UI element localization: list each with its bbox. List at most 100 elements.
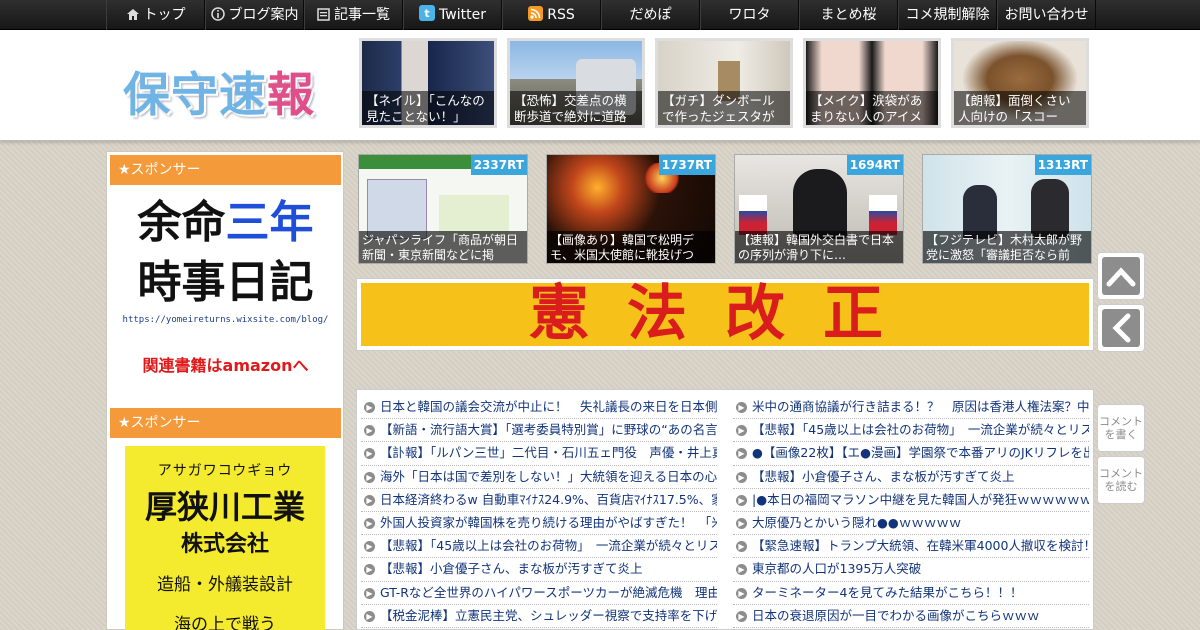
arrow-bullet-icon: ▶: [736, 564, 747, 576]
news-item[interactable]: ▶ 外国人投資家が韓国株を売り続ける理由がやばすぎた！ 「米: [361, 512, 717, 536]
rt-image-doc: [367, 179, 427, 239]
news-title: GT-Rなど全世界のハイパワースポーツカーが絶滅危機 理由は: [380, 584, 717, 600]
scroll-top-button[interactable]: [1097, 252, 1145, 300]
news-title: 【緊急速報】トランプ大統領、在韓米軍4000人撤収を検討！！: [752, 538, 1089, 554]
nav-item-article-list[interactable]: 記事一覧: [304, 0, 403, 30]
rt-card-3[interactable]: 1694RT 【速報】韓国外交白書で日本の序列が滑り下に…: [734, 154, 904, 264]
nav-label: 記事一覧: [334, 7, 390, 23]
news-item[interactable]: ▶ 【訃報】「ルパン三世」二代目・石川五ェ門役 声優・井上真: [361, 442, 717, 466]
home-icon: [126, 2, 140, 30]
news-item[interactable]: ▶ ターミネーター4を見てみた結果がこちら！！！: [733, 582, 1089, 605]
svg-text:t: t: [424, 7, 429, 20]
site-header: 保守速報 【ネイル】「こんなの見たことない！」 【恐怖】交差点の横断歩道で絶対に…: [0, 30, 1200, 141]
nav-label: ブログ案内: [228, 7, 299, 23]
news-item[interactable]: ▶ 海外「日本は国で差別をしない！」大統領を迎える日本の心構: [361, 466, 717, 489]
news-title: 【悲報】小倉優子さん、まな板が汚すぎて炎上: [380, 561, 643, 577]
rt-count-badge: 1694RT: [846, 155, 903, 175]
arrow-bullet-icon: ▶: [736, 448, 747, 460]
rt-card-1[interactable]: 2337RT ジャパンライフ「商品が朝日新聞・東京新聞などに掲: [358, 154, 528, 264]
nav-item-comment-unblock[interactable]: コメ規制解除: [898, 0, 997, 30]
nav-item-twitter[interactable]: t Twitter: [403, 0, 502, 30]
nav-item-warota[interactable]: ワロタ: [700, 0, 799, 30]
news-item[interactable]: ▶ 【税金泥棒】立憲民主党、シュレッダー視察で支持率を下げる: [361, 605, 717, 628]
news-title: 【悲報】「45歳以上は会社のお荷物」 一流企業が続々とリス: [752, 422, 1089, 438]
rt-count-badge: 1737RT: [658, 155, 715, 175]
news-item[interactable]: ▶ 【新語・流行語大賞】「選考委員特別賞」に野球の“あの名言”: [361, 419, 717, 443]
news-title: 【訃報】「ルパン三世」二代目・石川五ェ門役 声優・井上真: [380, 445, 717, 461]
main-content: 2337RT ジャパンライフ「商品が朝日新聞・東京新聞などに掲 1737RT 【…: [354, 151, 1096, 630]
featured-thumb-2[interactable]: 【恐怖】交差点の横断歩道で絶対に道路: [507, 38, 645, 128]
sponsor-ad-asagawa[interactable]: アサガワコウギョウ 厚狭川工業 株式会社 造船・外艤装設計 海の上で戦う: [125, 446, 325, 630]
comment-write-button[interactable]: コメントを書く: [1097, 404, 1145, 452]
ad-title-part-blue: 三年: [225, 197, 314, 248]
news-item[interactable]: ▶ 日本の衰退原因が一目でわかる画像がこちらｗｗｗ: [733, 605, 1089, 628]
news-item[interactable]: ▶ 米中の通商協議が行き詰まる！？ 原因は香港人権法案？中国: [733, 396, 1089, 420]
nav-label: トップ: [143, 7, 186, 23]
featured-thumb-4[interactable]: 【メイク】涙袋があまりない人のアイメ: [803, 38, 941, 128]
news-item[interactable]: ▶ 東京都の人口が1395万人突破: [733, 558, 1089, 582]
news-item[interactable]: ▶ 【悲報】小倉優子さん、まな板が汚すぎて炎上: [361, 558, 717, 582]
rt-caption: 【画像あり】韓国で松明デモ、米国大使館に靴投げつ: [547, 231, 715, 263]
nav-label: まとめ桜: [820, 7, 877, 23]
arrow-bullet-icon: ▶: [364, 425, 375, 437]
arrow-bullet-icon: ▶: [364, 541, 375, 553]
ad-title-line2: 時事日記: [137, 257, 314, 308]
arrow-bullet-icon: ▶: [364, 587, 375, 599]
news-item[interactable]: ▶ 大原優乃とかいう隠れ●●ｗｗｗｗｗ: [733, 512, 1089, 536]
news-item[interactable]: ▶ 日本経済終わるw 自動車ﾏｲﾅｽ24.9%、百貨店ﾏｲﾅｽ17.5%、家電ﾏｲ: [361, 489, 717, 512]
arrow-bullet-icon: ▶: [736, 587, 747, 599]
arrow-bullet-icon: ▶: [364, 564, 375, 576]
sidebar: ★スポンサー 余命三年 時事日記 https://yomeireturns.wi…: [106, 151, 344, 630]
ad-tagline: 海の上で戦う: [174, 615, 276, 630]
news-item[interactable]: ▶ 【緊急速報】トランプ大統領、在韓米軍4000人撤収を検討！！: [733, 535, 1089, 559]
nav-item-contact[interactable]: お問い合わせ: [997, 0, 1096, 30]
news-title: 日本と韓国の議会交流が中止に！ 失礼議長の来日を日本側が: [380, 399, 717, 414]
arrow-bullet-icon: ▶: [364, 448, 375, 460]
rt-card-4[interactable]: 1313RT 【フジテレビ】木村太郎が野党に激怒「審議拒否なら前: [922, 154, 1092, 264]
nav-label: ワロタ: [728, 7, 771, 23]
nav-item-blog-guide[interactable]: ブログ案内: [205, 0, 304, 30]
rt-card-2[interactable]: 1737RT 【画像あり】韓国で松明デモ、米国大使館に靴投げつ: [546, 154, 716, 264]
news-item[interactable]: ▶ |●本日の福岡マラソン中継を見た韓国人が発狂ｗｗｗｗｗｗ: [733, 489, 1089, 512]
rt-caption: 【フジテレビ】木村太郎が野党に激怒「審議拒否なら前: [923, 231, 1091, 263]
back-button[interactable]: [1097, 304, 1145, 352]
nav-label: Twitter: [439, 7, 486, 23]
constitution-banner[interactable]: 憲法改正: [356, 278, 1094, 351]
arrow-bullet-icon: ▶: [736, 610, 747, 622]
chevron-up-icon: [1102, 257, 1140, 295]
comment-read-button[interactable]: コメントを読む: [1097, 456, 1145, 504]
news-item[interactable]: ▶ 【悲報】「45歳以上は会社のお荷物」 一流企業が続々とリス: [361, 535, 717, 559]
news-list: ▶ 日本と韓国の議会交流が中止に！ 失礼議長の来日を日本側が ▶ 【新語・流行語大賞】…: [356, 389, 1094, 630]
arrow-bullet-icon: ▶: [364, 517, 375, 529]
news-title: |●本日の福岡マラソン中継を見た韓国人が発狂ｗｗｗｗｗｗ: [752, 491, 1089, 507]
news-item[interactable]: ▶ GT-Rなど全世界のハイパワースポーツカーが絶滅危機 理由は: [361, 582, 717, 605]
news-item[interactable]: ▶ 【悲報】「45歳以上は会社のお荷物」 一流企業が続々とリス: [733, 419, 1089, 443]
rt-count-badge: 2337RT: [470, 155, 527, 175]
sponsor-ad-yomei[interactable]: 余命三年 時事日記 https://yomeireturns.wixsite.c…: [110, 186, 341, 386]
news-item[interactable]: ▶ 【悲報】小倉優子さん、まな板が汚すぎて炎上: [733, 466, 1089, 489]
arrow-bullet-icon: ▶: [364, 471, 375, 483]
news-title: 大原優乃とかいう隠れ●●ｗｗｗｗｗ: [752, 514, 962, 530]
news-item[interactable]: ▶ ●【画像22枚】【エ●漫画】学園祭で本番アリのJKリフレを出店: [733, 442, 1089, 466]
nav-item-matome-sakura[interactable]: まとめ桜: [799, 0, 898, 30]
thumb-caption: 【朗報】面倒くさい人向けの「スコー: [954, 91, 1086, 125]
nav-label: コメ規制解除: [905, 7, 990, 23]
rt-image-products: [439, 195, 509, 235]
ad-amazon-link[interactable]: 関連書籍はamazonへ: [110, 352, 341, 376]
news-title: 【悲報】小倉優子さん、まな板が汚すぎて炎上: [752, 468, 1015, 484]
featured-thumb-5[interactable]: 【朗報】面倒くさい人向けの「スコー: [951, 38, 1089, 128]
nav-label: だめぽ: [629, 7, 672, 23]
rt-caption: ジャパンライフ「商品が朝日新聞・東京新聞などに掲: [359, 231, 527, 263]
news-title: 【新語・流行語大賞】「選考委員特別賞」に野球の“あの名言”: [380, 422, 717, 438]
nav-item-rss[interactable]: RSS: [502, 0, 601, 30]
site-logo[interactable]: 保守速報: [123, 56, 315, 125]
news-item[interactable]: ▶ 日本と韓国の議会交流が中止に！ 失礼議長の来日を日本側が: [361, 396, 717, 420]
featured-thumb-3[interactable]: 【ガチ】ダンボールで作ったジェスタが: [655, 38, 793, 128]
info-icon: [210, 2, 225, 30]
chevron-left-icon: [1102, 309, 1140, 347]
thumb-caption: 【ネイル】「こんなの見たことない！」: [362, 91, 494, 125]
ad-company-type: 株式会社: [180, 532, 269, 557]
nav-item-top[interactable]: トップ: [106, 0, 205, 30]
nav-item-damepo[interactable]: だめぽ: [601, 0, 700, 30]
featured-thumb-1[interactable]: 【ネイル】「こんなの見たことない！」: [359, 38, 497, 128]
